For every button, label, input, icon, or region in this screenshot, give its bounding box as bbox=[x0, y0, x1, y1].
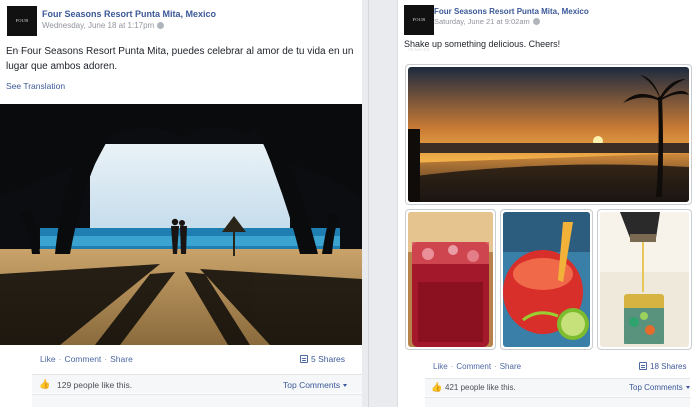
shares-text[interactable]: 18 Shares bbox=[650, 362, 686, 371]
likes-count-link[interactable]: 129 people like this. bbox=[57, 380, 132, 390]
beach-photo-graphic bbox=[0, 104, 362, 345]
sunset-photo-graphic bbox=[408, 67, 689, 202]
thumbs-up-icon: 👍 bbox=[431, 382, 443, 392]
share-icon bbox=[639, 362, 647, 370]
post-message: En Four Seasons Resort Punta Mita, puede… bbox=[6, 46, 354, 72]
post-photo-lime-cocktail[interactable] bbox=[500, 209, 593, 350]
page-avatar[interactable]: FOUR SEASONS bbox=[7, 6, 37, 53]
pouring-bottle-graphic bbox=[600, 212, 689, 347]
post-actions: Like · Comment · Share bbox=[433, 362, 521, 371]
page-name-link[interactable]: Four Seasons Resort Punta Mita, Mexico bbox=[434, 7, 589, 16]
top-comments-dropdown[interactable]: Top Comments bbox=[629, 383, 690, 392]
feed-gap bbox=[362, 0, 397, 407]
timestamp-text[interactable]: Saturday, June 21 at 9:02am bbox=[434, 17, 530, 26]
share-icon bbox=[300, 355, 308, 363]
globe-icon bbox=[157, 22, 165, 29]
comment-button[interactable]: Comment bbox=[456, 362, 491, 371]
likes-summary: 👍 421 people like this. Top Comments bbox=[425, 378, 690, 396]
post-timestamp[interactable]: Saturday, June 21 at 9:02am bbox=[434, 17, 540, 26]
top-comments-label[interactable]: Top Comments bbox=[629, 383, 683, 392]
shares-count-link[interactable]: 5 Shares bbox=[300, 354, 345, 364]
post-actions: Like · Comment · Share bbox=[40, 354, 133, 364]
share-button[interactable]: Share bbox=[500, 362, 521, 371]
post-cocktails: FOUR SEASONS Four Seasons Resort Punta M… bbox=[397, 0, 696, 407]
top-comments-dropdown[interactable]: Top Comments bbox=[283, 380, 348, 390]
like-button[interactable]: Like bbox=[433, 362, 448, 371]
post-photo-red-cocktail[interactable] bbox=[405, 209, 496, 350]
page-avatar[interactable]: FOUR SEASONS bbox=[404, 5, 434, 52]
chevron-down-icon bbox=[343, 384, 348, 387]
timeline-line bbox=[368, 0, 369, 407]
separator: · bbox=[494, 362, 497, 371]
thumbs-up-icon: 👍 bbox=[39, 379, 51, 389]
facebook-feed-screenshot: FOUR SEASONS Four Seasons Resort Punta M… bbox=[0, 0, 696, 407]
globe-icon bbox=[532, 18, 540, 25]
post-photo-couple-on-beach[interactable] bbox=[0, 104, 362, 345]
likes-summary: 👍 129 people like this. Top Comments bbox=[32, 374, 362, 393]
post-photo-pouring-bottle[interactable] bbox=[597, 209, 692, 350]
red-cocktail-graphic bbox=[408, 212, 493, 347]
shares-count-link[interactable]: 18 Shares bbox=[639, 362, 686, 371]
top-comments-label[interactable]: Top Comments bbox=[283, 380, 340, 390]
comment-area-partial bbox=[32, 394, 362, 407]
post-timestamp[interactable]: Wednesday, June 18 at 1:17pm bbox=[42, 21, 165, 30]
separator: · bbox=[104, 354, 108, 364]
comment-button[interactable]: Comment bbox=[64, 354, 101, 364]
lime-cocktail-graphic bbox=[503, 212, 590, 347]
comment-area-partial bbox=[425, 397, 690, 407]
page-name-link[interactable]: Four Seasons Resort Punta Mita, Mexico bbox=[42, 9, 216, 19]
shares-text[interactable]: 5 Shares bbox=[311, 354, 345, 364]
post-message: Shake up something delicious. Cheers! bbox=[404, 39, 561, 49]
post-photo-infinity-pool-sunset[interactable] bbox=[405, 64, 692, 205]
chevron-down-icon bbox=[685, 386, 690, 389]
share-button[interactable]: Share bbox=[110, 354, 133, 364]
see-translation-link[interactable]: See Translation bbox=[6, 81, 65, 91]
likes-count-link[interactable]: 421 people like this. bbox=[445, 383, 516, 392]
post-couple-beach: FOUR SEASONS Four Seasons Resort Punta M… bbox=[0, 0, 362, 407]
like-button[interactable]: Like bbox=[40, 354, 56, 364]
timestamp-text[interactable]: Wednesday, June 18 at 1:17pm bbox=[42, 21, 154, 30]
